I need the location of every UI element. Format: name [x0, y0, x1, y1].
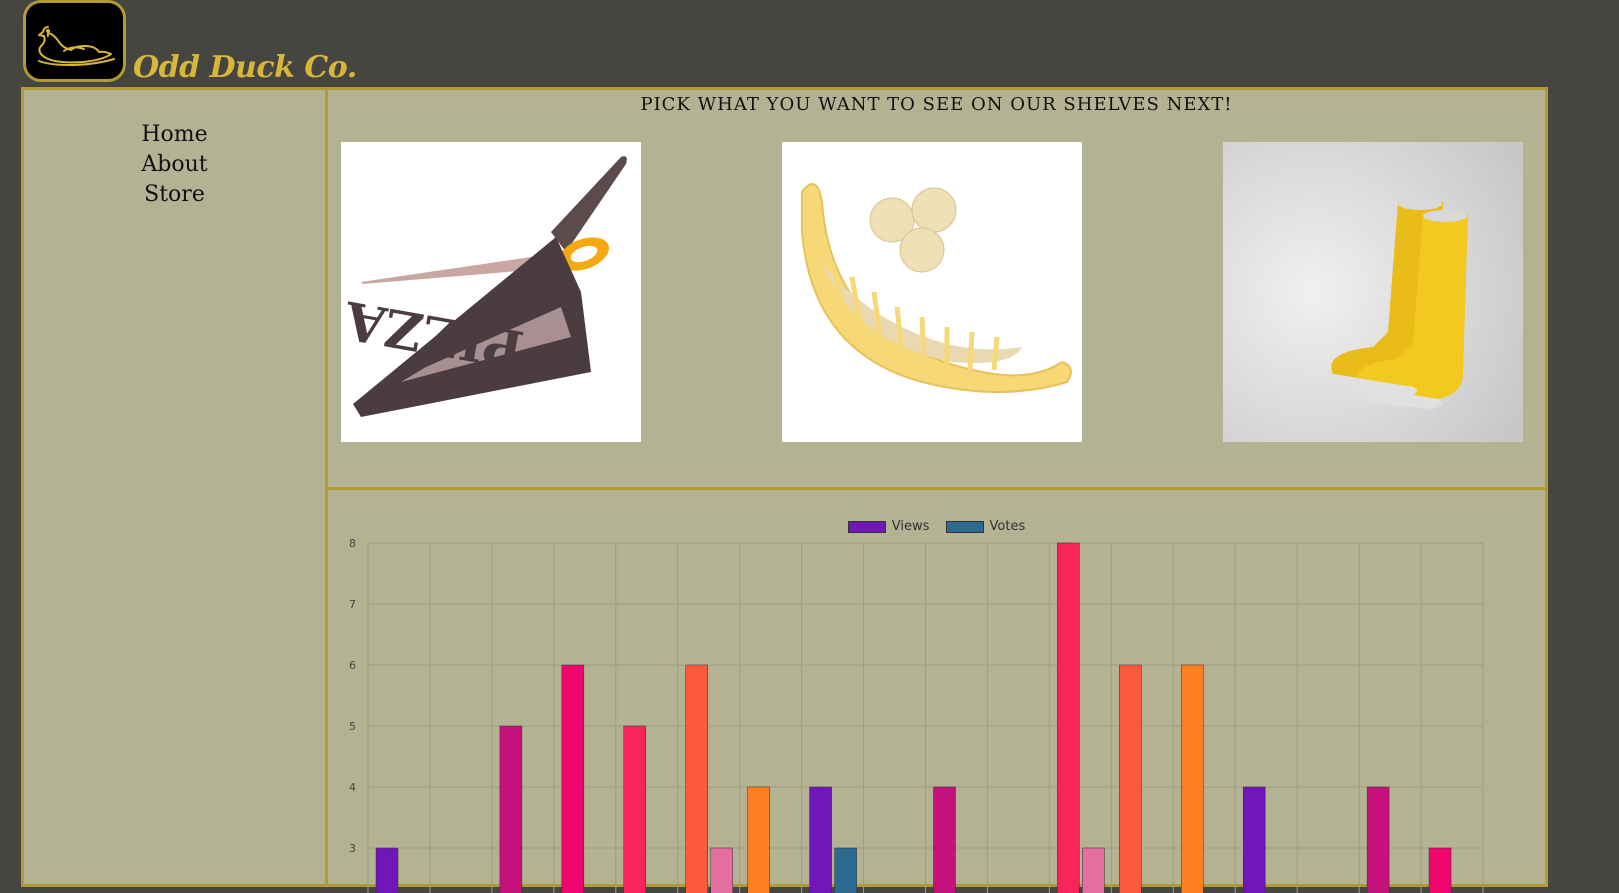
bar-views: [1181, 664, 1204, 893]
y-tick-label: 8: [349, 537, 356, 550]
picker-prompt: PICK WHAT YOU WANT TO SEE ON OUR SHELVES…: [640, 94, 1233, 115]
votes-chart: Views Votes 876543: [328, 493, 1545, 893]
nav-item-store[interactable]: Store: [24, 180, 325, 210]
bar-views: [685, 664, 708, 893]
pizza-scissors-icon: PIZZA: [341, 142, 641, 442]
bar-votes: [1082, 847, 1105, 893]
logo: [23, 0, 126, 82]
sidebar: Home About Store: [24, 90, 328, 884]
nav-item-home[interactable]: Home: [24, 120, 325, 150]
page-frame: Home About Store PICK WHAT YOU WANT TO S…: [21, 87, 1548, 893]
brand-name: Odd Duck Co.: [133, 50, 357, 85]
y-tick-label: 4: [349, 781, 356, 794]
bar-views: [1119, 664, 1142, 893]
bar-views: [1057, 542, 1080, 893]
bar-views: [1428, 847, 1452, 893]
bar-views: [561, 664, 585, 893]
nav-item-about[interactable]: About: [24, 150, 325, 180]
bar-views: [747, 786, 770, 893]
product-option-1[interactable]: PIZZA: [341, 142, 641, 442]
bar-views: [1366, 786, 1390, 893]
bar-views: [375, 847, 399, 893]
product-picker: PICK WHAT YOU WANT TO SEE ON OUR SHELVES…: [328, 90, 1545, 490]
bar-views: [809, 786, 832, 893]
boots-icon: [1223, 142, 1523, 442]
nav-menu: Home About Store: [24, 120, 325, 210]
duck-icon: [38, 26, 115, 66]
bar-votes: [710, 847, 733, 893]
main-content: PICK WHAT YOU WANT TO SEE ON OUR SHELVES…: [328, 90, 1545, 893]
y-tick-label: 7: [349, 598, 356, 611]
bar-votes: [834, 847, 857, 893]
y-tick-label: 6: [349, 659, 356, 672]
bar-views: [933, 786, 956, 893]
banana-slicer-icon: [782, 142, 1082, 442]
y-tick-label: 5: [349, 720, 356, 733]
chart-plot: 8 7 6 5 4 3: [349, 537, 1484, 893]
product-option-3[interactable]: [1223, 142, 1523, 442]
product-option-2[interactable]: [782, 142, 1082, 442]
bar-views: [1242, 786, 1266, 893]
y-tick-label: 3: [349, 842, 356, 855]
